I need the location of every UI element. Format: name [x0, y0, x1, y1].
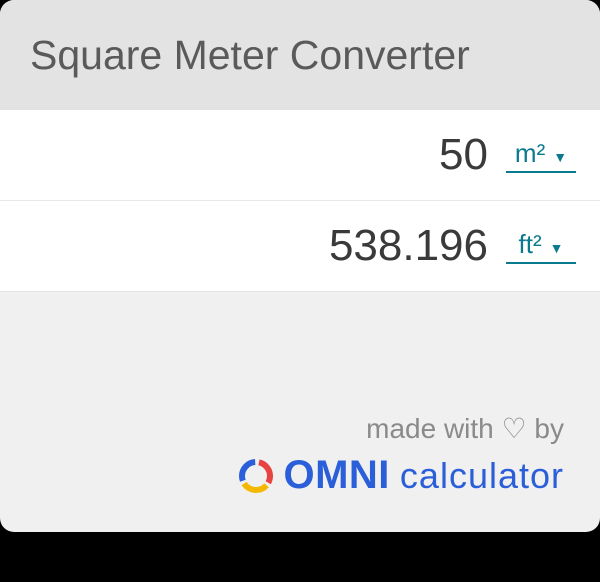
widget-footer: made with ♡ by OMNI calculator [0, 292, 600, 532]
unit-selector[interactable]: ft² ▼ [506, 229, 576, 264]
output-row: 538.196 ft² ▼ [0, 201, 600, 291]
unit-selector[interactable]: m² ▼ [506, 138, 576, 173]
unit-label: m² [515, 138, 545, 169]
converter-rows: 50 m² ▼ 538.196 ft² ▼ [0, 109, 600, 292]
widget-header: Square Meter Converter [0, 0, 600, 109]
attribution-text: made with ♡ by [366, 412, 564, 445]
omni-text: OMNI calculator [283, 453, 564, 498]
value-output[interactable]: 538.196 [329, 221, 488, 271]
value-input[interactable]: 50 [439, 130, 488, 180]
product-name: calculator [400, 455, 564, 497]
converter-widget: Square Meter Converter 50 m² ▼ 538.196 f… [0, 0, 600, 532]
brand-name: OMNI [283, 453, 389, 498]
unit-label: ft² [519, 229, 542, 260]
widget-title: Square Meter Converter [30, 32, 570, 79]
omni-icon [237, 457, 275, 495]
chevron-down-icon: ▼ [553, 149, 567, 165]
input-row: 50 m² ▼ [0, 110, 600, 201]
omni-logo[interactable]: OMNI calculator [237, 453, 564, 498]
chevron-down-icon: ▼ [550, 240, 564, 256]
